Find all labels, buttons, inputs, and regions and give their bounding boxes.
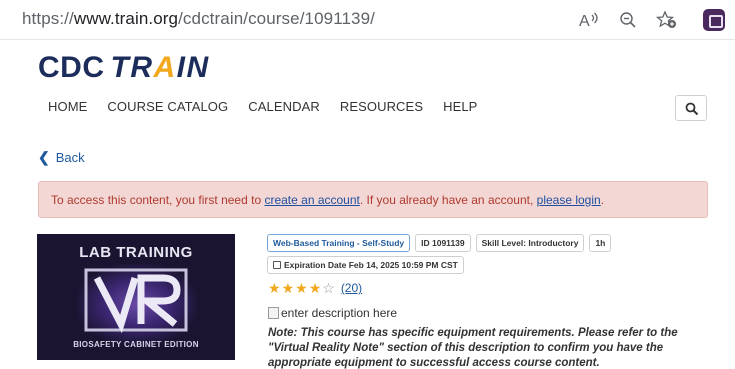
- main-nav: HOME COURSE CATALOG CALENDAR RESOURCES H…: [48, 99, 497, 114]
- nav-resources[interactable]: RESOURCES: [340, 99, 423, 114]
- url-field[interactable]: https://www.train.org/cdctrain/course/10…: [22, 9, 375, 29]
- equipment-note: Note: This course has specific equipment…: [268, 327, 678, 369]
- description-image-alt: enter description here: [281, 306, 398, 320]
- create-account-link[interactable]: create an account: [264, 193, 359, 207]
- tag-duration: 1h: [589, 234, 612, 252]
- expiration-badge: Expiration Date Feb 14, 2025 10:59 PM CS…: [267, 256, 464, 274]
- rating-count-link[interactable]: (20): [341, 281, 362, 295]
- expiration-text: Expiration Date Feb 14, 2025 10:59 PM CS…: [284, 260, 458, 270]
- course-tags: Web-Based Training - Self-Study ID 10911…: [267, 234, 612, 252]
- star-icon: ★: [295, 280, 308, 296]
- course-image-subtitle: BIOSAFETY CABINET EDITION: [73, 340, 199, 349]
- zoom-out-icon[interactable]: [619, 9, 637, 31]
- star-icon: ★: [281, 280, 295, 296]
- nav-home[interactable]: HOME: [48, 99, 87, 114]
- svg-text:A: A: [579, 13, 590, 29]
- vr-logo-icon: [84, 268, 188, 334]
- broken-image-icon: [268, 307, 279, 319]
- course-image: LAB TRAINING BIOSAFETY CABINET EDITION: [37, 234, 235, 360]
- back-label: Back: [55, 150, 85, 165]
- course-image-title: LAB TRAINING: [79, 244, 193, 261]
- star-icon: ★: [308, 280, 322, 296]
- site-logo[interactable]: CDC TRAIN: [38, 51, 210, 85]
- read-aloud-icon[interactable]: A: [578, 9, 600, 31]
- search-button[interactable]: [675, 95, 707, 121]
- star-icon: ☆: [322, 280, 335, 296]
- add-favorite-icon[interactable]: [656, 9, 678, 31]
- back-link[interactable]: ❮ Back: [38, 149, 85, 166]
- description-image: enter description here: [268, 306, 397, 320]
- star-icon: ★: [268, 280, 281, 296]
- alert-text: To access this content, you first need t…: [51, 193, 605, 207]
- tag-training-type[interactable]: Web-Based Training - Self-Study: [267, 234, 411, 252]
- logo-cdc-text: CDC: [38, 51, 105, 84]
- nav-calendar[interactable]: CALENDAR: [248, 99, 320, 114]
- login-link[interactable]: please login: [537, 193, 601, 207]
- calendar-icon: [273, 261, 281, 269]
- chevron-left-icon: ❮: [38, 149, 50, 165]
- course-rating: ★ ★ ★ ★ ☆ (20): [268, 281, 362, 295]
- tag-skill-level: Skill Level: Introductory: [475, 234, 585, 252]
- extension-icon[interactable]: [703, 9, 725, 31]
- login-alert: To access this content, you first need t…: [38, 181, 708, 218]
- nav-help[interactable]: HELP: [443, 99, 477, 114]
- url-host: www.train.org: [73, 9, 179, 28]
- url-path: /cdctrain/course/1091139/: [178, 9, 375, 28]
- search-icon: [685, 102, 699, 116]
- url-prefix: https://: [22, 9, 74, 28]
- browser-address-bar: https://www.train.org/cdctrain/course/10…: [0, 0, 735, 40]
- logo-train-text: TRAIN: [110, 51, 210, 84]
- nav-course-catalog[interactable]: COURSE CATALOG: [107, 99, 228, 114]
- tag-course-id: ID 1091139: [415, 234, 471, 252]
